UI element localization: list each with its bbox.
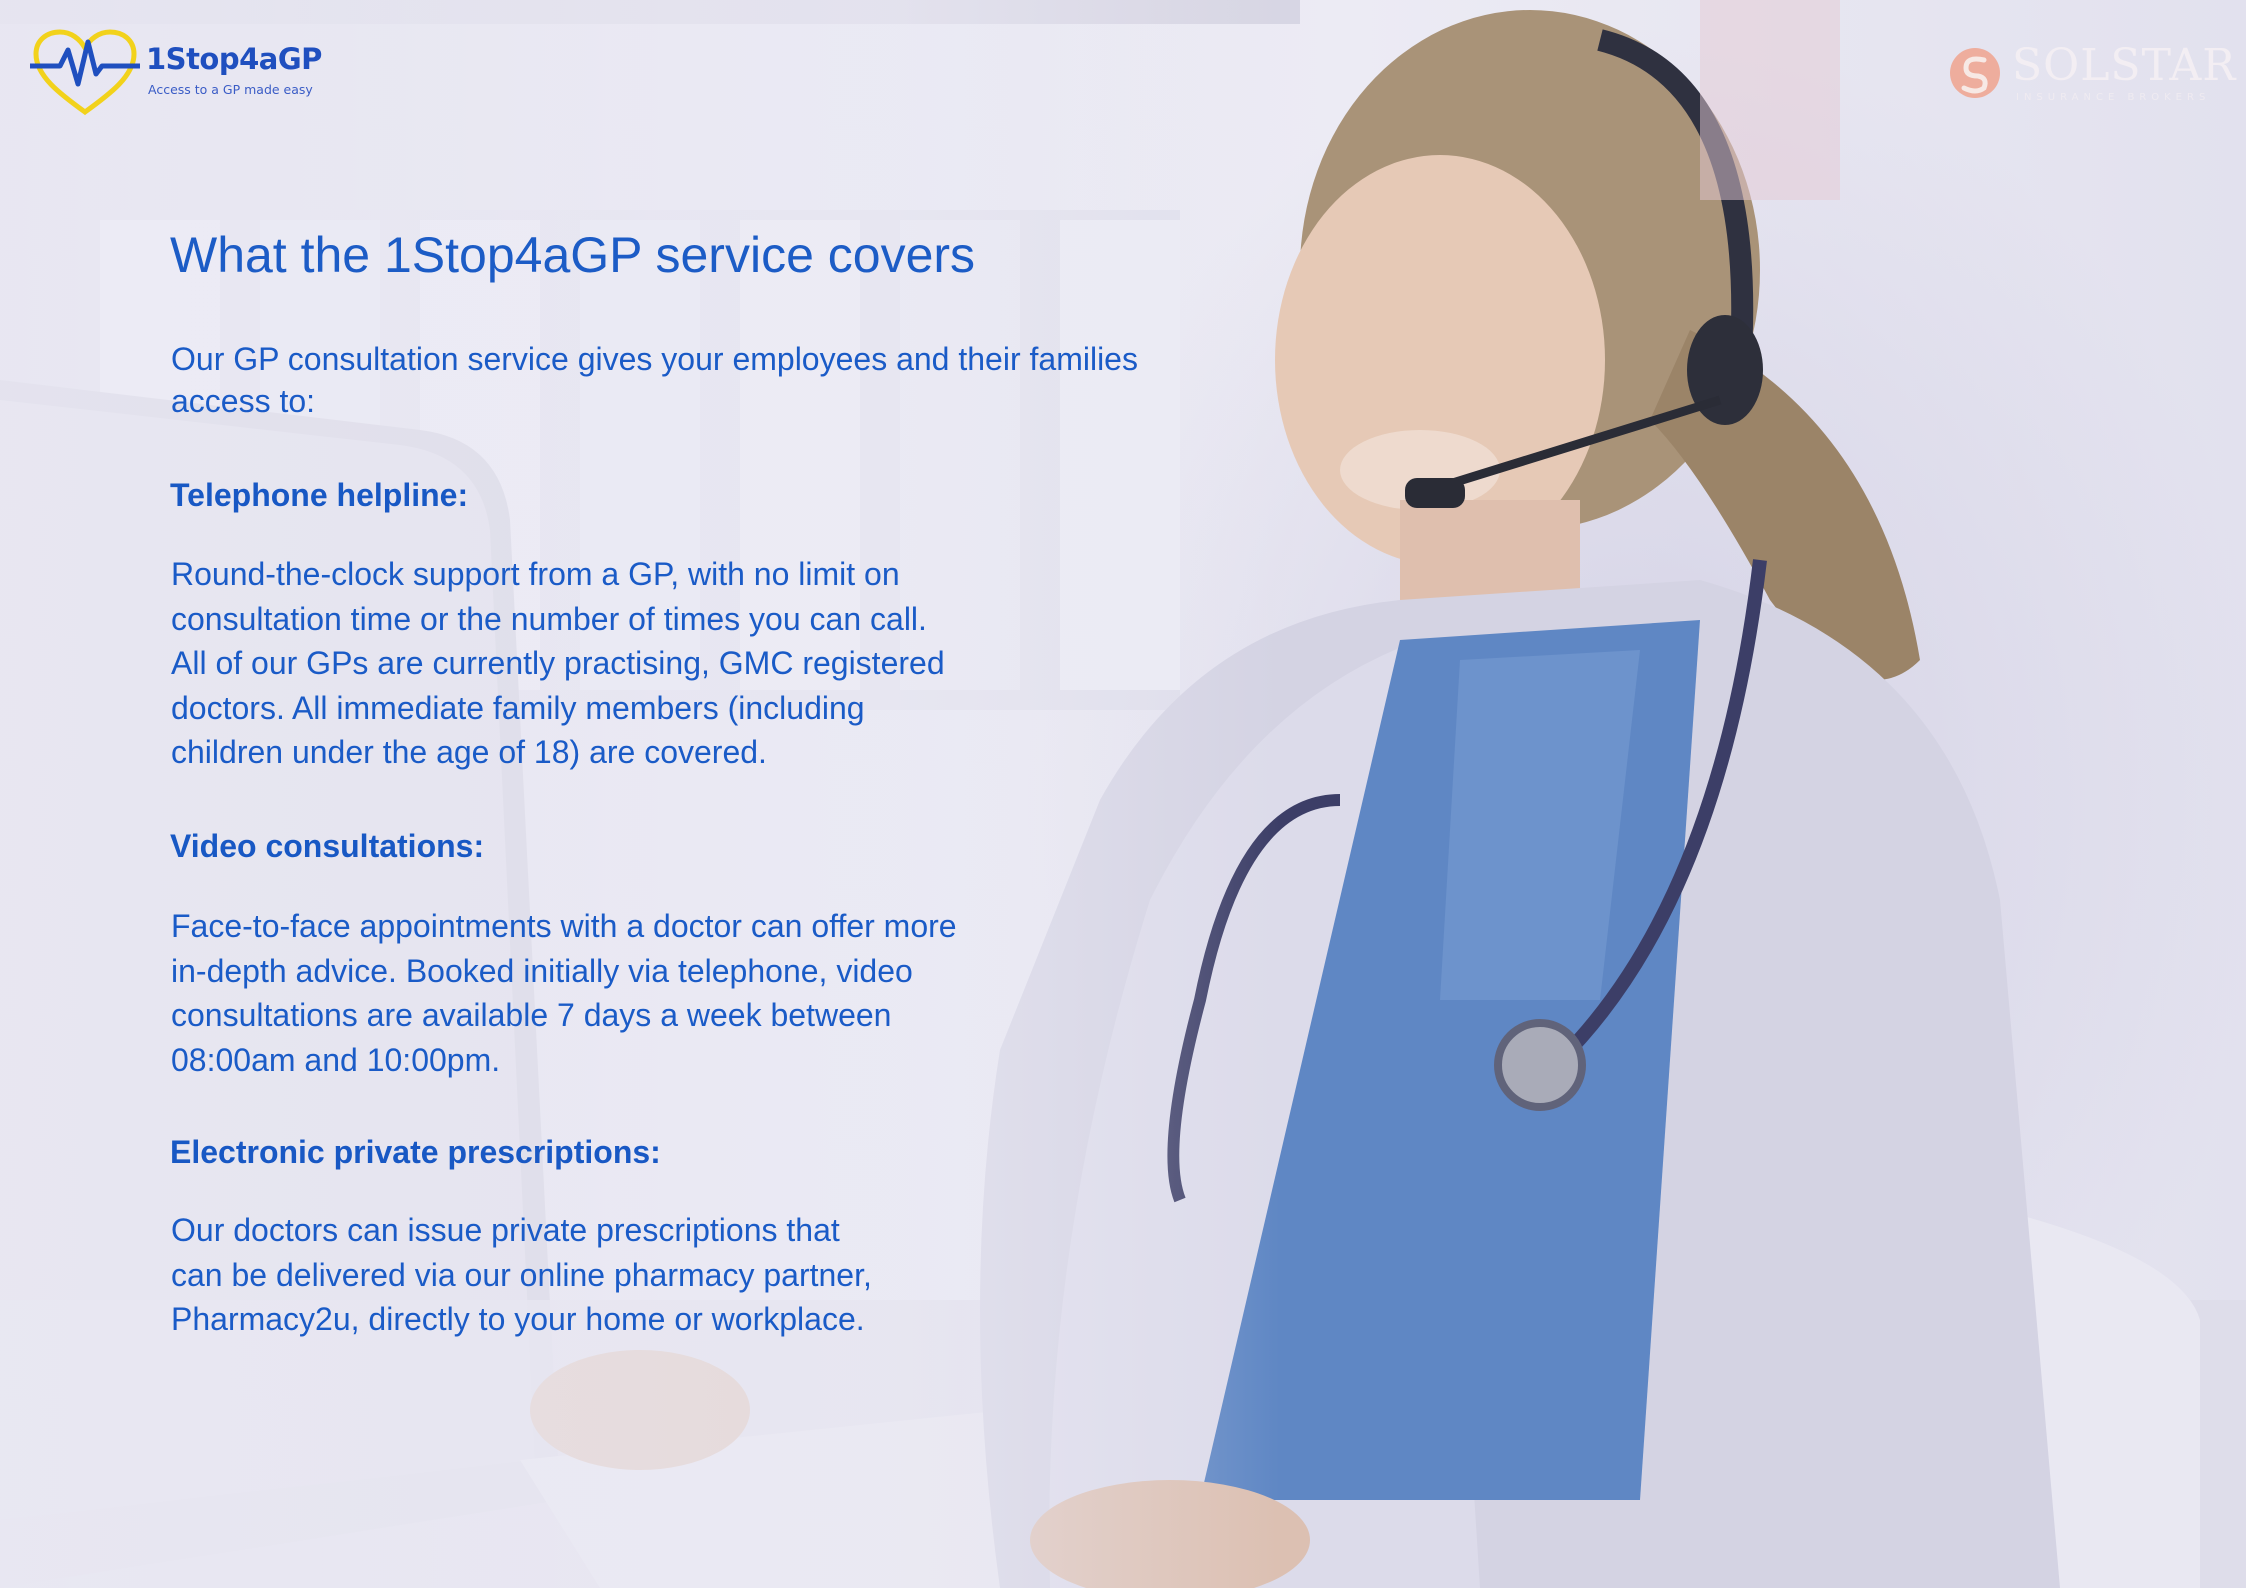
brand-name: 1Stop4aGP (146, 42, 322, 76)
partner-logo: SOLSTAR INSURANCE BROKERS (1948, 40, 2235, 110)
partner-mark-icon (1950, 48, 2000, 98)
page: 1Stop4aGP Access to a GP made easy SOLST… (0, 0, 2246, 1588)
heart-pulse-icon (30, 29, 140, 116)
brand-tagline: Access to a GP made easy (148, 82, 313, 97)
partner-name: SOLSTAR (2012, 40, 2237, 91)
section-body-telephone: Round-the-clock support from a GP, with … (171, 556, 945, 771)
section-heading-telephone: Telephone helpline: (170, 477, 469, 513)
section-heading-video: Video consultations: (170, 828, 485, 864)
partner-tagline: INSURANCE BROKERS (2016, 92, 2211, 103)
intro-text: Our GP consultation service gives your e… (171, 341, 1138, 419)
brand-logo: 1Stop4aGP Access to a GP made easy (30, 28, 330, 118)
page-title: What the 1Stop4aGP service covers (170, 227, 976, 283)
section-body-prescriptions: Our doctors can issue private prescripti… (171, 1212, 872, 1338)
section-heading-prescriptions: Electronic private prescriptions: (170, 1134, 661, 1170)
section-body-video: Face-to-face appointments with a doctor … (171, 908, 957, 1078)
